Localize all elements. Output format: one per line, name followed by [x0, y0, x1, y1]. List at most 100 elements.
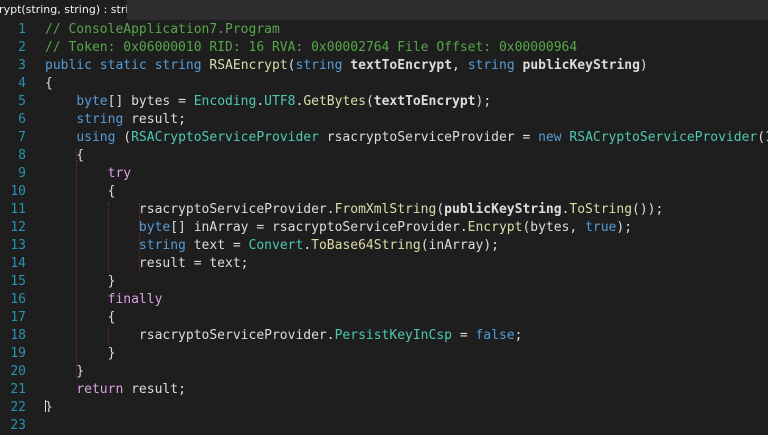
code-line: } [45, 399, 53, 412]
code-token: public [45, 58, 92, 73]
line-number: 7 [18, 130, 26, 145]
code-line: public static string RSAEncrypt(string t… [45, 57, 648, 75]
line-number: 19 [10, 346, 26, 361]
code-token: ; [514, 328, 523, 343]
code-line: finally [45, 291, 163, 309]
code-token: byte [138, 220, 171, 235]
line-number: 15 [10, 274, 26, 289]
code-editor[interactable]: 1 2 3 4 5 6 7 8 9 10 11 12 13 14 15 16 17 18 19 20 21 22 23 //… [0, 20, 768, 433]
code-token: GetBytes [303, 94, 366, 109]
line-number: 11 [10, 202, 26, 217]
line-number: 13 [10, 238, 26, 253]
code-token: (102 [757, 130, 768, 145]
code-token: rsacryptoServiceProvider = [318, 130, 539, 145]
code-line: using (RSACryptoServiceProvider rsacrypt… [45, 129, 768, 147]
code-token: rsacryptoServiceProvider. [45, 202, 335, 217]
code-token: ) [639, 58, 648, 73]
document-tab-strip: crypt(string, string) : string [0, 0, 768, 20]
code-token: try [107, 166, 132, 181]
line-number: 6 [18, 112, 26, 127]
indent-guide [108, 329, 109, 343]
code-token: { [45, 76, 53, 91]
line-number: 14 [10, 256, 26, 271]
code-line: try [45, 165, 131, 183]
line-number-gutter: 1 2 3 4 5 6 7 8 9 10 11 12 13 14 15 16 17 18 19 20 21 22 23 [0, 20, 34, 433]
code-token: using [76, 130, 116, 145]
code-token: publicKeyString [444, 202, 562, 217]
code-line: rsacryptoServiceProvider.FromXmlString(p… [45, 201, 663, 219]
code-token: ToBase64String [311, 238, 421, 253]
code-token: ()); [632, 202, 664, 217]
code-token: publicKeyString [522, 58, 640, 73]
code-line: { [45, 75, 53, 93]
code-token: rsacryptoServiceProvider. [45, 328, 335, 343]
code-token: (bytes, [522, 220, 586, 235]
code-token: string [467, 58, 515, 73]
code-line: byte[] bytes = Encoding.UTF8.GetBytes(te… [45, 93, 491, 111]
line-number: 20 [10, 364, 26, 379]
document-tab[interactable]: crypt(string, string) : string [0, 0, 127, 20]
code-line: { [45, 183, 116, 201]
line-number: 17 [10, 310, 26, 325]
line-number: 3 [18, 58, 26, 73]
code-token: = [452, 328, 476, 343]
line-number: 10 [10, 184, 26, 199]
code-token: text = [185, 238, 249, 253]
code-token: . [303, 238, 312, 253]
code-token: textToEncrypt [373, 94, 476, 109]
code-token: ); [616, 220, 633, 235]
line-number: 1 [18, 22, 26, 37]
code-line: // Token: 0x06000010 RID: 16 RVA: 0x0000… [45, 39, 577, 57]
code-token: false [475, 328, 515, 343]
line-number: 8 [18, 148, 26, 163]
indent-guide [76, 149, 77, 379]
code-line: { [45, 309, 116, 327]
code-token: textToEncrypt [350, 58, 453, 73]
code-token: ( [365, 94, 374, 109]
code-token: new [538, 130, 562, 145]
code-token: Convert [248, 238, 304, 253]
document-tab-title: crypt(string, string) : string [0, 3, 127, 16]
code-token: string [76, 112, 124, 127]
code-token: . [256, 94, 265, 109]
code-token: static [99, 58, 147, 73]
indent-guide [139, 203, 140, 271]
code-token: true [585, 220, 617, 235]
code-line: rsacryptoServiceProvider.PersistKeyInCsp… [45, 327, 523, 345]
code-token: } [45, 346, 116, 361]
code-text-area[interactable]: // ConsoleApplication7.Program // Token: … [45, 20, 768, 412]
code-token: } [45, 274, 116, 289]
code-token: RSACryptoServiceProvider [131, 130, 319, 145]
code-token: ( [287, 58, 296, 73]
code-token: string [138, 238, 186, 253]
code-token: string [154, 58, 202, 73]
code-token: FromXmlString [334, 202, 437, 217]
code-token: RSACryptoServiceProvider [569, 130, 758, 145]
code-token: { [45, 184, 116, 199]
code-line: byte[] inArray = rsacryptoServiceProvide… [45, 219, 632, 237]
code-token: finally [107, 292, 163, 307]
line-number: 12 [10, 220, 26, 235]
line-number: 9 [18, 166, 26, 181]
code-token: { [45, 148, 85, 163]
code-token: ToString [569, 202, 633, 217]
code-token: ); [475, 94, 492, 109]
code-line: } [45, 345, 116, 363]
code-line: // ConsoleApplication7.Program [45, 21, 280, 39]
code-token: // ConsoleApplication7.Program [45, 22, 280, 37]
code-line: string text = Convert.ToBase64String(inA… [45, 237, 499, 255]
line-number: 21 [10, 382, 26, 397]
code-token: string [295, 58, 343, 73]
code-token: { [45, 310, 116, 325]
code-token: return [76, 382, 124, 397]
code-line: return result; [45, 381, 186, 399]
code-line: } [45, 363, 84, 381]
code-token: Encoding [193, 94, 257, 109]
code-token: byte [76, 94, 108, 109]
